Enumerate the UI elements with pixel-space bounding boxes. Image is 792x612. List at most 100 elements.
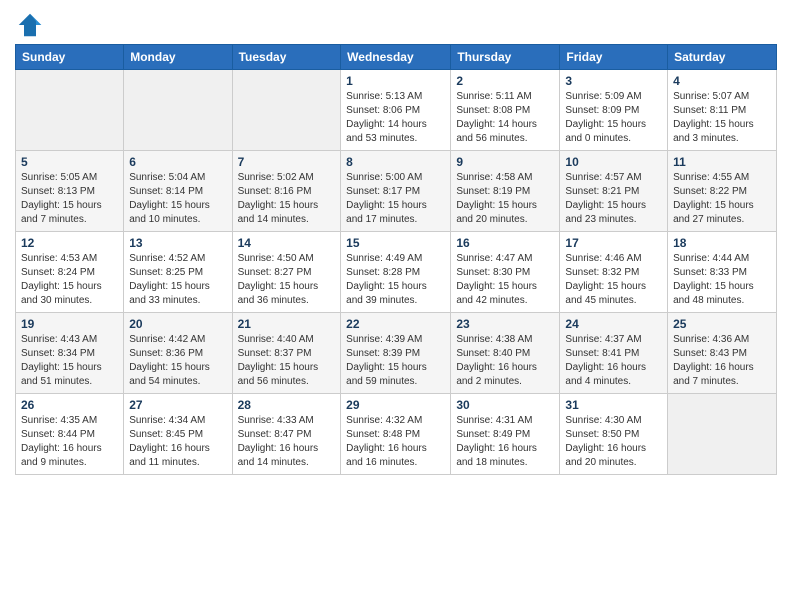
calendar-cell: 11 Sunrise: 4:55 AM Sunset: 8:22 PM Dayli… xyxy=(668,151,777,232)
logo xyxy=(15,10,49,40)
calendar-cell xyxy=(16,70,124,151)
calendar-cell: 9Sunrise: 4:58 AM Sunset: 8:19 PM Daylig… xyxy=(451,151,560,232)
day-info: Sunrise: 5:04 AM Sunset: 8:14 PM Dayligh… xyxy=(129,171,226,227)
day-number: 20 xyxy=(129,317,226,331)
day-info: Sunrise: 5:07 AM Sunset: 8:11 PM Dayligh… xyxy=(673,90,771,146)
day-info: Sunrise: 4:43 AM Sunset: 8:34 PM Dayligh… xyxy=(21,333,118,389)
calendar-cell: 20 Sunrise: 4:42 AM Sunset: 8:36 PM Dayli… xyxy=(124,313,232,394)
weekday-header-tuesday: Tuesday xyxy=(232,45,341,70)
calendar-cell: 24 Sunrise: 4:37 AM Sunset: 8:41 PM Dayli… xyxy=(560,313,668,394)
calendar-cell: 8 Sunrise: 5:00 AM Sunset: 8:17 PM Daylig… xyxy=(341,151,451,232)
day-number: 29 xyxy=(346,398,445,412)
calendar-cell: 28 Sunrise: 4:33 AM Sunset: 8:47 PM Dayli… xyxy=(232,394,341,475)
calendar-cell: 12Sunrise: 4:53 AM Sunset: 8:24 PM Dayli… xyxy=(16,232,124,313)
calendar-week-row: 1 Sunrise: 5:13 AM Sunset: 8:06 PM Daylig… xyxy=(16,70,777,151)
calendar-cell: 10 Sunrise: 4:57 AM Sunset: 8:21 PM Dayli… xyxy=(560,151,668,232)
logo-icon xyxy=(15,10,45,40)
calendar-cell: 1 Sunrise: 5:13 AM Sunset: 8:06 PM Daylig… xyxy=(341,70,451,151)
calendar-cell: 23 Sunrise: 4:38 AM Sunset: 8:40 PM Dayli… xyxy=(451,313,560,394)
day-number: 15 xyxy=(346,236,445,250)
day-info: Sunrise: 5:02 AM Sunset: 8:16 PM Dayligh… xyxy=(238,171,336,227)
day-info: Sunrise: 4:36 AM Sunset: 8:43 PM Dayligh… xyxy=(673,333,771,389)
day-info: Sunrise: 4:58 AM Sunset: 8:19 PM Dayligh… xyxy=(456,171,554,227)
calendar-cell xyxy=(668,394,777,475)
day-number: 8 xyxy=(346,155,445,169)
day-info: Sunrise: 4:35 AM Sunset: 8:44 PM Dayligh… xyxy=(21,414,118,470)
weekday-header-monday: Monday xyxy=(124,45,232,70)
day-info: Sunrise: 4:42 AM Sunset: 8:36 PM Dayligh… xyxy=(129,333,226,389)
calendar-cell: 18 Sunrise: 4:44 AM Sunset: 8:33 PM Dayli… xyxy=(668,232,777,313)
calendar-week-row: 19 Sunrise: 4:43 AM Sunset: 8:34 PM Dayli… xyxy=(16,313,777,394)
day-info: Sunrise: 4:57 AM Sunset: 8:21 PM Dayligh… xyxy=(565,171,662,227)
day-info: Sunrise: 4:40 AM Sunset: 8:37 PM Dayligh… xyxy=(238,333,336,389)
day-info: Sunrise: 5:05 AM Sunset: 8:13 PM Dayligh… xyxy=(21,171,118,227)
day-number: 16 xyxy=(456,236,554,250)
day-number: 26 xyxy=(21,398,118,412)
day-info: Sunrise: 4:32 AM Sunset: 8:48 PM Dayligh… xyxy=(346,414,445,470)
day-info: Sunrise: 4:55 AM Sunset: 8:22 PM Dayligh… xyxy=(673,171,771,227)
calendar-cell: 6 Sunrise: 5:04 AM Sunset: 8:14 PM Daylig… xyxy=(124,151,232,232)
day-number: 2 xyxy=(456,74,554,88)
calendar-cell: 13 Sunrise: 4:52 AM Sunset: 8:25 PM Dayli… xyxy=(124,232,232,313)
calendar-week-row: 12Sunrise: 4:53 AM Sunset: 8:24 PM Dayli… xyxy=(16,232,777,313)
day-number: 21 xyxy=(238,317,336,331)
day-number: 27 xyxy=(129,398,226,412)
day-number: 10 xyxy=(565,155,662,169)
calendar-cell: 19 Sunrise: 4:43 AM Sunset: 8:34 PM Dayli… xyxy=(16,313,124,394)
calendar-cell: 17Sunrise: 4:46 AM Sunset: 8:32 PM Dayli… xyxy=(560,232,668,313)
day-number: 30 xyxy=(456,398,554,412)
day-number: 11 xyxy=(673,155,771,169)
calendar-cell: 16 Sunrise: 4:47 AM Sunset: 8:30 PM Dayli… xyxy=(451,232,560,313)
day-info: Sunrise: 4:49 AM Sunset: 8:28 PM Dayligh… xyxy=(346,252,445,308)
day-number: 13 xyxy=(129,236,226,250)
weekday-header-friday: Friday xyxy=(560,45,668,70)
day-number: 28 xyxy=(238,398,336,412)
calendar-cell: 15 Sunrise: 4:49 AM Sunset: 8:28 PM Dayli… xyxy=(341,232,451,313)
day-number: 24 xyxy=(565,317,662,331)
day-info: Sunrise: 4:33 AM Sunset: 8:47 PM Dayligh… xyxy=(238,414,336,470)
day-number: 7 xyxy=(238,155,336,169)
day-info: Sunrise: 4:47 AM Sunset: 8:30 PM Dayligh… xyxy=(456,252,554,308)
day-number: 31 xyxy=(565,398,662,412)
day-info: Sunrise: 5:13 AM Sunset: 8:06 PM Dayligh… xyxy=(346,90,445,146)
day-number: 3 xyxy=(565,74,662,88)
calendar-cell: 27Sunrise: 4:34 AM Sunset: 8:45 PM Dayli… xyxy=(124,394,232,475)
calendar-cell: 31Sunrise: 4:30 AM Sunset: 8:50 PM Dayli… xyxy=(560,394,668,475)
calendar-cell: 5Sunrise: 5:05 AM Sunset: 8:13 PM Daylig… xyxy=(16,151,124,232)
day-number: 19 xyxy=(21,317,118,331)
calendar-table: SundayMondayTuesdayWednesdayThursdayFrid… xyxy=(15,44,777,475)
day-info: Sunrise: 4:46 AM Sunset: 8:32 PM Dayligh… xyxy=(565,252,662,308)
weekday-header-row: SundayMondayTuesdayWednesdayThursdayFrid… xyxy=(16,45,777,70)
weekday-header-sunday: Sunday xyxy=(16,45,124,70)
day-number: 25 xyxy=(673,317,771,331)
day-number: 14 xyxy=(238,236,336,250)
day-info: Sunrise: 4:50 AM Sunset: 8:27 PM Dayligh… xyxy=(238,252,336,308)
calendar-cell: 4Sunrise: 5:07 AM Sunset: 8:11 PM Daylig… xyxy=(668,70,777,151)
day-info: Sunrise: 5:11 AM Sunset: 8:08 PM Dayligh… xyxy=(456,90,554,146)
day-info: Sunrise: 5:00 AM Sunset: 8:17 PM Dayligh… xyxy=(346,171,445,227)
day-info: Sunrise: 4:52 AM Sunset: 8:25 PM Dayligh… xyxy=(129,252,226,308)
day-number: 23 xyxy=(456,317,554,331)
day-info: Sunrise: 4:53 AM Sunset: 8:24 PM Dayligh… xyxy=(21,252,118,308)
weekday-header-thursday: Thursday xyxy=(451,45,560,70)
day-info: Sunrise: 4:38 AM Sunset: 8:40 PM Dayligh… xyxy=(456,333,554,389)
weekday-header-wednesday: Wednesday xyxy=(341,45,451,70)
day-info: Sunrise: 5:09 AM Sunset: 8:09 PM Dayligh… xyxy=(565,90,662,146)
day-number: 22 xyxy=(346,317,445,331)
day-info: Sunrise: 4:31 AM Sunset: 8:49 PM Dayligh… xyxy=(456,414,554,470)
calendar-cell: 25 Sunrise: 4:36 AM Sunset: 8:43 PM Dayli… xyxy=(668,313,777,394)
calendar-cell xyxy=(124,70,232,151)
calendar-cell xyxy=(232,70,341,151)
day-number: 18 xyxy=(673,236,771,250)
day-info: Sunrise: 4:39 AM Sunset: 8:39 PM Dayligh… xyxy=(346,333,445,389)
calendar-cell: 26 Sunrise: 4:35 AM Sunset: 8:44 PM Dayli… xyxy=(16,394,124,475)
day-number: 1 xyxy=(346,74,445,88)
day-number: 6 xyxy=(129,155,226,169)
calendar-week-row: 5Sunrise: 5:05 AM Sunset: 8:13 PM Daylig… xyxy=(16,151,777,232)
page-header xyxy=(15,10,777,40)
calendar-cell: 21 Sunrise: 4:40 AM Sunset: 8:37 PM Dayli… xyxy=(232,313,341,394)
calendar-cell: 14 Sunrise: 4:50 AM Sunset: 8:27 PM Dayli… xyxy=(232,232,341,313)
weekday-header-saturday: Saturday xyxy=(668,45,777,70)
day-info: Sunrise: 4:37 AM Sunset: 8:41 PM Dayligh… xyxy=(565,333,662,389)
day-info: Sunrise: 4:44 AM Sunset: 8:33 PM Dayligh… xyxy=(673,252,771,308)
